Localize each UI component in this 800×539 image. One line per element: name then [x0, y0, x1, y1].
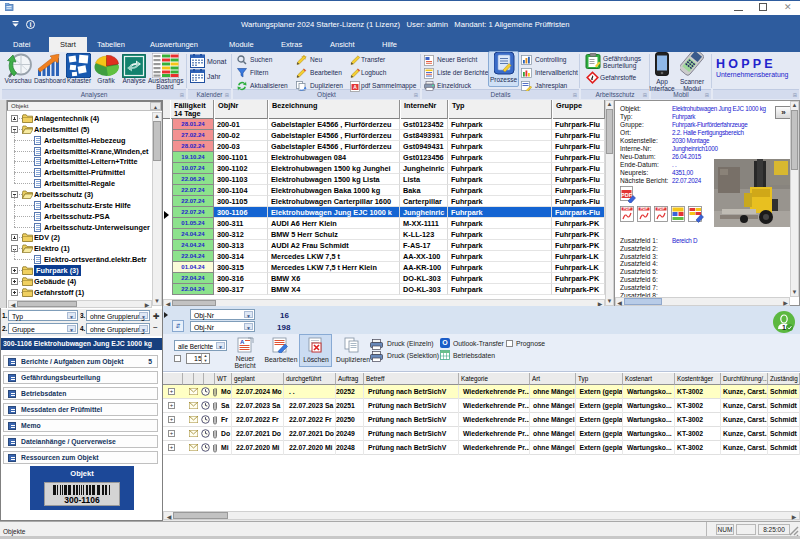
svg-text:A: A	[240, 339, 245, 345]
